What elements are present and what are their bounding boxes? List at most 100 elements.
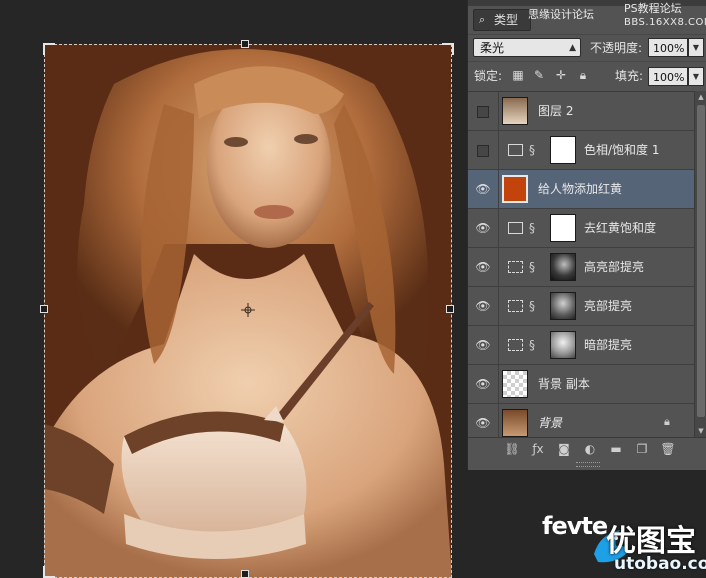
transform-handle-left[interactable] — [40, 305, 48, 313]
layer-row-selected[interactable]: 👁︎ 给人物添加红黄 — [468, 170, 694, 209]
group-folder-icon[interactable]: ▬ — [608, 441, 624, 457]
crop-corner-tl[interactable] — [43, 43, 55, 55]
chevron-down-icon: ▼ — [692, 43, 700, 52]
opacity-input[interactable]: 100% — [648, 38, 688, 57]
eye-icon: 👁︎ — [475, 221, 491, 235]
visibility-off-icon — [477, 144, 489, 157]
layer-row[interactable]: 👁︎ 背景 🔒︎ — [468, 404, 694, 438]
site-logo: fevte 优图宝 utobao.com — [542, 510, 706, 578]
layer-row[interactable]: 👁︎ § 高亮部提亮 — [468, 248, 694, 287]
curves-adjustment-icon — [508, 300, 523, 312]
lock-image-pixels-icon[interactable]: ✎ — [532, 68, 546, 82]
transform-handle-top[interactable] — [241, 40, 249, 48]
link-icon[interactable]: § — [529, 297, 537, 315]
layers-panel-footer: ⛓ ƒx ◙ ◐ ▬ ❐ 🗑︎ — [468, 437, 706, 460]
add-mask-icon[interactable]: ◙ — [556, 441, 572, 457]
document-canvas-area[interactable] — [0, 0, 466, 578]
layer-name[interactable]: 暗部提亮 — [584, 336, 632, 354]
opacity-label: 不透明度: — [590, 41, 643, 55]
visibility-toggle[interactable]: 👁︎ — [468, 404, 499, 438]
layer-name[interactable]: 亮部提亮 — [584, 297, 632, 315]
link-icon[interactable]: § — [529, 141, 537, 159]
lock-transparent-pixels-icon[interactable]: ▦ — [511, 68, 525, 82]
visibility-toggle[interactable]: 👁︎ — [468, 287, 499, 325]
watermark-text: PS教程论坛 — [624, 2, 682, 15]
transform-handle-bottom[interactable] — [241, 570, 249, 578]
visibility-toggle[interactable]: 👁︎ — [468, 170, 499, 208]
link-icon[interactable]: § — [529, 336, 537, 354]
layer-mask-thumbnail[interactable] — [550, 331, 576, 359]
spinner-icon: ▲ — [569, 43, 576, 53]
visibility-toggle[interactable]: 👁︎ — [468, 365, 499, 403]
blend-mode-select[interactable]: 柔光 ▲ — [473, 38, 581, 57]
layer-row[interactable]: 👁︎ § 暗部提亮 — [468, 326, 694, 365]
crop-corner-tr[interactable] — [442, 43, 454, 55]
fx-icon[interactable]: ƒx — [530, 441, 546, 457]
visibility-toggle[interactable] — [468, 131, 499, 169]
layer-name[interactable]: 图层 2 — [538, 102, 573, 120]
filter-kind-dropdown[interactable]: ⌕ 类型 — [473, 9, 531, 31]
layer-name[interactable]: 背景 副本 — [538, 375, 590, 393]
curves-adjustment-icon — [508, 339, 523, 351]
scrollbar-thumb[interactable] — [697, 105, 705, 417]
grip-icon — [576, 462, 600, 467]
new-layer-icon[interactable]: ❐ — [634, 441, 650, 457]
link-layers-icon[interactable]: ⛓ — [504, 441, 520, 457]
adjustment-layer-icon[interactable]: ◐ — [582, 441, 598, 457]
fill-value: 100% — [653, 71, 685, 84]
layer-row[interactable]: 👁︎ § 去红黄饱和度 — [468, 209, 694, 248]
transform-handle-right[interactable] — [446, 305, 454, 313]
layer-row[interactable]: 👁︎ 背景 副本 — [468, 365, 694, 404]
layer-row[interactable]: 图层 2 — [468, 92, 694, 131]
chevron-down-icon: ▼ — [692, 72, 700, 81]
trash-icon[interactable]: 🗑︎ — [660, 441, 676, 457]
panel-resize-grip[interactable] — [468, 459, 706, 470]
search-icon: ⌕ — [479, 13, 486, 26]
visibility-toggle[interactable] — [468, 92, 499, 130]
eye-icon: 👁︎ — [475, 260, 491, 274]
blend-opacity-row: 柔光 ▲ 不透明度: 100% ▼ — [468, 34, 706, 61]
layer-mask-thumbnail[interactable] — [550, 292, 576, 320]
layer-row[interactable]: 👁︎ § 亮部提亮 — [468, 287, 694, 326]
lock-fill-row: 锁定: ▦ ✎ ✛ 🔒︎ 填充: 100% ▼ — [468, 61, 706, 90]
eye-icon: 👁︎ — [475, 377, 491, 391]
layer-name[interactable]: 高亮部提亮 — [584, 258, 644, 276]
curves-adjustment-icon — [508, 261, 523, 273]
layer-name[interactable]: 背景 — [538, 414, 562, 432]
visibility-toggle[interactable]: 👁︎ — [468, 209, 499, 247]
opacity-value: 100% — [653, 42, 685, 55]
watermark-text: BBS.16XX8.COM — [624, 17, 706, 28]
color-fill-thumbnail — [502, 175, 528, 203]
layer-name[interactable]: 去红黄饱和度 — [584, 219, 656, 237]
fill-label: 填充: — [615, 69, 644, 83]
crop-corner-bl[interactable] — [43, 566, 55, 578]
layers-scrollbar[interactable]: ▲ ▼ — [694, 91, 706, 437]
layer-thumbnail — [502, 97, 528, 125]
scroll-down-icon[interactable]: ▼ — [695, 425, 706, 437]
layer-mask-thumbnail[interactable] — [550, 136, 576, 164]
eye-icon: 👁︎ — [475, 299, 491, 313]
lock-all-icon[interactable]: 🔒︎ — [576, 68, 590, 82]
reference-point-icon[interactable] — [241, 303, 255, 317]
visibility-toggle[interactable]: 👁︎ — [468, 326, 499, 364]
layer-name[interactable]: 色相/饱和度 1 — [584, 141, 660, 159]
visibility-toggle[interactable]: 👁︎ — [468, 248, 499, 286]
scroll-up-icon[interactable]: ▲ — [695, 91, 706, 103]
layer-row[interactable]: § 色相/饱和度 1 — [468, 131, 694, 170]
lock-label: 锁定: — [474, 69, 503, 83]
hue-saturation-adjustment-icon — [508, 144, 523, 156]
link-icon[interactable]: § — [529, 219, 537, 237]
visibility-off-icon — [477, 105, 489, 118]
fill-input[interactable]: 100% — [648, 67, 688, 86]
layers-panel: ⌕ 类型 柔光 ▲ 不透明度: 100% ▼ 锁定: ▦ ✎ ✛ 🔒︎ 填充: … — [467, 0, 706, 470]
opacity-dropdown-button[interactable]: ▼ — [688, 38, 704, 57]
fill-dropdown-button[interactable]: ▼ — [688, 67, 704, 86]
layers-list[interactable]: 图层 2 § 色相/饱和度 1 👁︎ 给人物添加红黄 👁︎ § 去红黄饱和度 👁… — [468, 91, 694, 438]
layer-name[interactable]: 给人物添加红黄 — [538, 180, 622, 198]
layer-mask-thumbnail[interactable] — [550, 253, 576, 281]
layer-mask-thumbnail[interactable] — [550, 214, 576, 242]
layer-thumbnail — [502, 409, 528, 437]
watermark: 思缘设计论坛 PS教程论坛 BBS.16XX8.COM — [524, 2, 706, 34]
lock-position-icon[interactable]: ✛ — [554, 68, 568, 82]
link-icon[interactable]: § — [529, 258, 537, 276]
